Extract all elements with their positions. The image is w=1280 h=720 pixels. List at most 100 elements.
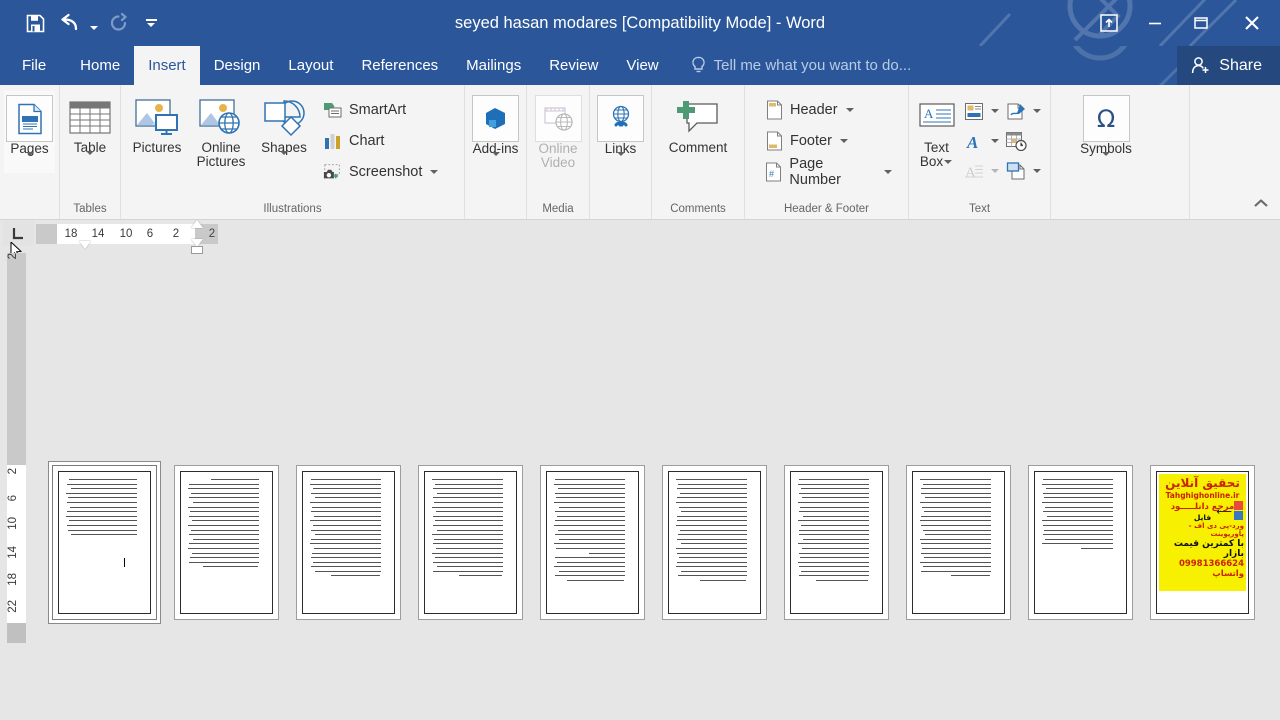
restore-button[interactable] bbox=[1178, 0, 1224, 46]
vruler-num-6: 6 bbox=[7, 495, 19, 502]
ribbon-group-text: A Text Box A A Text bbox=[909, 85, 1051, 219]
signature-line-dropdown[interactable] bbox=[1031, 98, 1043, 124]
ribbon-display-options-button[interactable] bbox=[1086, 0, 1132, 46]
signature-line-icon[interactable] bbox=[1003, 98, 1029, 124]
page-thumbnail-3[interactable] bbox=[296, 465, 401, 620]
symbols-button[interactable]: Ω Symbols bbox=[1067, 91, 1145, 173]
page-thumbnail-2[interactable] bbox=[174, 465, 279, 620]
page-text bbox=[915, 473, 1002, 577]
date-and-time-icon[interactable] bbox=[1003, 128, 1029, 154]
screenshot-dropdown[interactable] bbox=[428, 159, 440, 185]
document-canvas[interactable]: تحقیق آنلاین Tahghighonline.ir ⟵ مرجع دا… bbox=[33, 253, 1280, 720]
screenshot-label: Screenshot bbox=[349, 164, 423, 180]
chart-button[interactable]: Chart bbox=[318, 126, 445, 156]
footer-icon bbox=[764, 131, 784, 151]
redo-button[interactable] bbox=[102, 6, 136, 40]
page-thumbnail-6[interactable] bbox=[662, 465, 767, 620]
page-thumbnail-4[interactable] bbox=[418, 465, 523, 620]
hruler-num-6: 6 bbox=[146, 228, 154, 240]
vruler-num-10: 10 bbox=[7, 517, 19, 530]
page-text bbox=[549, 473, 636, 582]
table-button[interactable]: Table bbox=[65, 91, 115, 172]
online-pictures-button[interactable]: Online Pictures bbox=[188, 91, 254, 171]
text-box-button[interactable]: A Text Box bbox=[914, 91, 959, 171]
tab-design[interactable]: Design bbox=[200, 46, 275, 85]
drop-cap-dropdown[interactable] bbox=[989, 158, 1001, 184]
first-line-indent-marker[interactable] bbox=[79, 241, 91, 249]
group-label-add-ins bbox=[465, 202, 526, 219]
group-label-illustrations: Illustrations bbox=[263, 203, 322, 215]
page-thumbnail-5[interactable] bbox=[540, 465, 645, 620]
shapes-dropdown[interactable] bbox=[280, 151, 288, 170]
page-number-button[interactable]: # Page Number bbox=[759, 156, 899, 188]
tab-view[interactable]: View bbox=[612, 46, 672, 85]
object-icon[interactable] bbox=[1003, 158, 1029, 184]
smartart-button[interactable]: SmartArt bbox=[318, 95, 445, 125]
quick-parts-icon[interactable] bbox=[961, 98, 987, 124]
page-thumbnail-8[interactable] bbox=[906, 465, 1011, 620]
online-video-button[interactable]: Online Video bbox=[532, 91, 584, 172]
ribbon-group-add-ins: Add-ins bbox=[465, 85, 527, 219]
pages-button[interactable]: Pages bbox=[4, 91, 55, 173]
collapse-ribbon-button[interactable] bbox=[1248, 191, 1274, 215]
page-thumbnail-7[interactable] bbox=[784, 465, 889, 620]
tab-file[interactable]: File bbox=[0, 46, 66, 85]
horizontal-ruler[interactable]: 18 14 10 6 2 2 bbox=[36, 220, 218, 254]
links-button[interactable]: Links bbox=[595, 91, 646, 173]
save-button[interactable] bbox=[18, 6, 52, 40]
tab-review[interactable]: Review bbox=[535, 46, 612, 85]
links-dropdown[interactable] bbox=[616, 152, 625, 171]
undo-button[interactable] bbox=[52, 6, 86, 40]
header-dropdown[interactable] bbox=[844, 97, 856, 123]
tab-layout[interactable]: Layout bbox=[274, 46, 347, 85]
wordart-dropdown[interactable] bbox=[989, 128, 1001, 154]
customize-quick-access-toolbar-button[interactable] bbox=[136, 6, 166, 40]
tab-mailings[interactable]: Mailings bbox=[452, 46, 535, 85]
tab-references[interactable]: References bbox=[347, 46, 452, 85]
screenshot-button[interactable]: Screenshot bbox=[318, 157, 445, 187]
tell-me-search[interactable]: Tell me what you want to do... bbox=[673, 46, 911, 85]
footer-dropdown[interactable] bbox=[838, 128, 850, 154]
right-indent-marker[interactable] bbox=[191, 220, 203, 228]
text-box-icon: A bbox=[917, 95, 957, 141]
add-ins-dropdown[interactable] bbox=[491, 152, 500, 171]
group-label-links bbox=[590, 202, 651, 219]
ribbon-group-tables: Table Tables bbox=[60, 85, 121, 219]
minimize-button[interactable] bbox=[1132, 0, 1178, 46]
page-thumbnail-1[interactable] bbox=[49, 462, 160, 623]
wordart-icon[interactable]: A bbox=[961, 128, 987, 154]
quick-parts-dropdown[interactable] bbox=[989, 98, 1001, 124]
symbols-dropdown[interactable] bbox=[1102, 152, 1110, 171]
footer-button[interactable]: Footer bbox=[759, 126, 899, 156]
comment-button[interactable]: Comment bbox=[657, 91, 739, 157]
svg-text:A: A bbox=[966, 133, 978, 151]
ad-badge-red-icon bbox=[1234, 501, 1243, 510]
drop-cap-icon[interactable]: A bbox=[961, 158, 987, 184]
shapes-button[interactable]: Shapes bbox=[254, 91, 314, 172]
close-button[interactable] bbox=[1224, 0, 1280, 46]
ad-formats-line: ورد-پی دی اف - پاورپوینت bbox=[1188, 522, 1244, 538]
add-ins-button[interactable]: Add-ins bbox=[470, 91, 521, 173]
page-thumbnail-10[interactable]: تحقیق آنلاین Tahghighonline.ir ⟵ مرجع دا… bbox=[1150, 465, 1255, 620]
title-bar: seyed hasan modares [Compatibility Mode]… bbox=[0, 0, 1280, 46]
page-thumbnail-9[interactable] bbox=[1028, 465, 1133, 620]
tab-home[interactable]: Home bbox=[66, 46, 134, 85]
text-group-icons: A A bbox=[959, 91, 1045, 185]
page-number-dropdown[interactable] bbox=[882, 159, 894, 185]
text-box-dropdown[interactable] bbox=[943, 157, 953, 167]
share-button[interactable]: Share bbox=[1177, 46, 1280, 85]
tab-insert[interactable]: Insert bbox=[134, 46, 200, 85]
pages-dropdown[interactable] bbox=[25, 152, 34, 171]
table-dropdown[interactable] bbox=[86, 151, 94, 170]
group-label-symbols bbox=[1051, 202, 1189, 219]
pictures-button[interactable]: Pictures bbox=[126, 91, 188, 157]
vruler-num-22: 22 bbox=[7, 600, 19, 613]
object-dropdown[interactable] bbox=[1031, 158, 1043, 184]
save-icon bbox=[26, 14, 44, 32]
online-video-icon bbox=[534, 95, 582, 142]
undo-dropdown[interactable] bbox=[86, 6, 102, 40]
vertical-ruler[interactable]: 2 2 6 10 14 18 22 bbox=[7, 253, 26, 643]
left-tab-stop-icon bbox=[12, 228, 23, 240]
header-button[interactable]: Header bbox=[759, 95, 899, 125]
header-label: Header bbox=[790, 102, 838, 118]
